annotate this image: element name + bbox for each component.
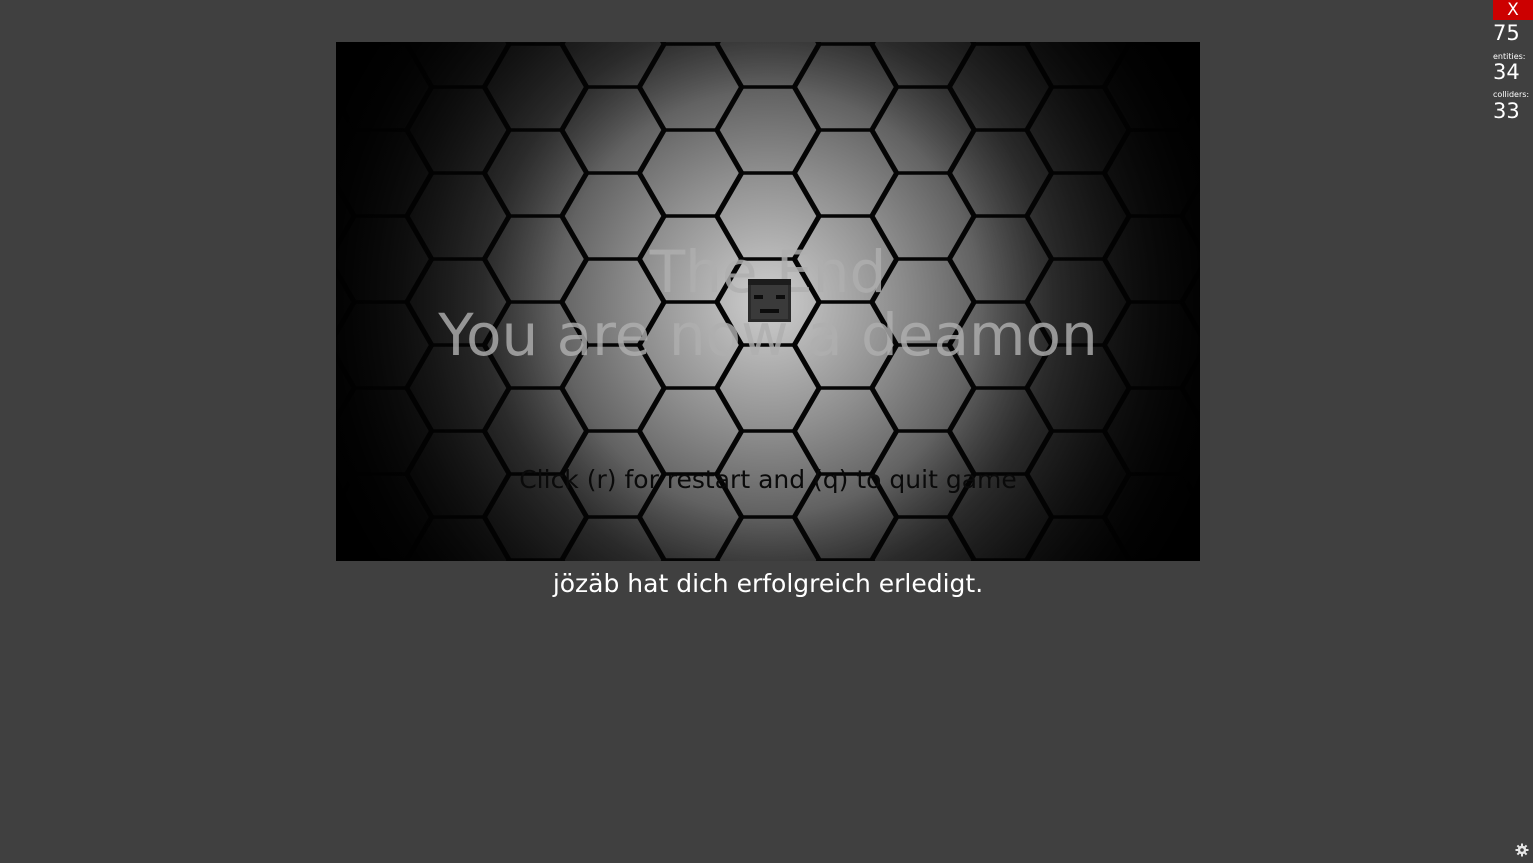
colliders-value: 33 bbox=[1493, 99, 1520, 123]
game-screen: The End You are now a deamon Click (r) f… bbox=[0, 0, 1533, 863]
colliders-label: colliders: bbox=[1493, 90, 1530, 99]
fps-value: 75 bbox=[1493, 21, 1520, 45]
entities-value: 34 bbox=[1493, 60, 1520, 84]
restart-hint: Click (r) for restart and (q) to quit ga… bbox=[519, 465, 1017, 494]
close-button[interactable]: X bbox=[1493, 0, 1533, 20]
game-canvas[interactable]: The End You are now a deamon Click (r) f… bbox=[336, 42, 1200, 561]
gear-icon[interactable] bbox=[1515, 843, 1529, 857]
kill-message: jözäb hat dich erfolgreich erledigt. bbox=[552, 569, 984, 598]
demon-sprite-icon bbox=[748, 279, 791, 322]
